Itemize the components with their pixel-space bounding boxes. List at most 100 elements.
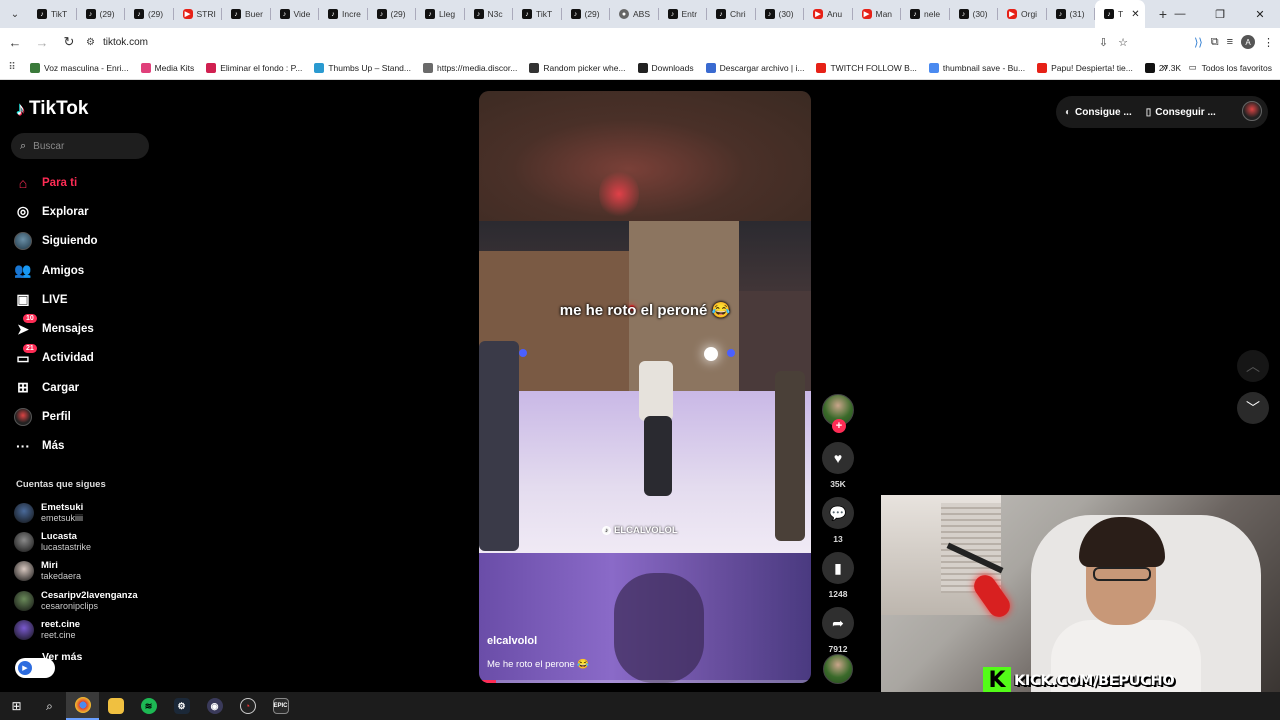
- tab[interactable]: ♪ TikT: [513, 0, 562, 28]
- bookmark-item[interactable]: TWITCH FOLLOW B...: [810, 62, 922, 73]
- bookmark-item[interactable]: Papu! Despierta! tie...: [1031, 62, 1139, 73]
- extension-icon[interactable]: ⟩⟩: [1194, 36, 1203, 49]
- sidebar-item-parati[interactable]: ⌂ Para ti: [14, 168, 154, 197]
- video-player[interactable]: me he roto el peroné 😂 ♪ ELCALVOLOL elca…: [479, 91, 811, 683]
- forward-button[interactable]: →: [30, 30, 54, 54]
- tab[interactable]: ♪ (31): [1047, 0, 1096, 28]
- tab[interactable]: ● ABS: [610, 0, 659, 28]
- tab[interactable]: ♪ Entr: [659, 0, 708, 28]
- obs-button[interactable]: ◉: [198, 692, 231, 720]
- sidebar-item-explorar[interactable]: ◎ Explorar: [14, 197, 154, 226]
- close-window-button[interactable]: ✕: [1240, 0, 1280, 28]
- tab[interactable]: ♪ Lleg: [416, 0, 465, 28]
- tab[interactable]: ♪ (30): [950, 0, 999, 28]
- reading-list-icon[interactable]: ≡: [1227, 36, 1233, 48]
- sidebar-item-amigos[interactable]: 👥 Amigos: [14, 256, 154, 285]
- video-progress-bar[interactable]: [479, 680, 811, 683]
- follow-plus-icon[interactable]: +: [832, 419, 846, 433]
- start-button[interactable]: ⊞: [0, 692, 33, 720]
- following-account[interactable]: Emetsuki emetsukiiii: [14, 498, 154, 527]
- menu-kebab-icon[interactable]: ⋮: [1263, 36, 1274, 49]
- extensions-puzzle-icon[interactable]: ⧉: [1211, 36, 1219, 49]
- next-video-button[interactable]: ﹀: [1237, 392, 1269, 424]
- tab-active[interactable]: ♪ T ✕: [1095, 0, 1145, 28]
- tab[interactable]: ♪ TikT: [28, 0, 77, 28]
- app-button[interactable]: ◔: [231, 692, 264, 720]
- share-count: 7912: [828, 644, 848, 654]
- sidebar-item-perfil[interactable]: Perfil: [14, 402, 154, 431]
- profile-avatar-icon[interactable]: A: [1241, 35, 1255, 49]
- tab-label: (29): [99, 9, 115, 19]
- all-bookmarks-folder[interactable]: ▭ Todos los favoritos: [1189, 62, 1272, 73]
- back-button[interactable]: ←: [3, 30, 27, 54]
- sidebar-item-ms[interactable]: ··· Más: [14, 432, 154, 461]
- tab[interactable]: ♪ Vide: [271, 0, 320, 28]
- tab[interactable]: ♪ (29): [125, 0, 174, 28]
- bookmark-star-icon[interactable]: ☆: [1118, 36, 1128, 49]
- following-account[interactable]: Cesaripv2lavenganza cesaronipclips: [14, 586, 154, 615]
- bookmark-item[interactable]: thumbnail save - Bu...: [923, 62, 1031, 73]
- following-account[interactable]: Miri takedaera: [14, 557, 154, 586]
- like-button[interactable]: ♥: [822, 442, 854, 474]
- tab[interactable]: ▶ STRI: [174, 0, 223, 28]
- bookmark-item[interactable]: Eliminar el fondo : P...: [200, 62, 308, 73]
- tab[interactable]: ♪ (29): [368, 0, 417, 28]
- search-box[interactable]: ⌕: [11, 133, 149, 159]
- video-author[interactable]: elcalvolol: [487, 635, 537, 647]
- bookmark-item[interactable]: Media Kits: [135, 62, 201, 73]
- sidebar-item-mensajes[interactable]: ➤ 10 Mensajes: [14, 314, 154, 343]
- home-icon: ⌂: [18, 174, 28, 191]
- tab[interactable]: ♪ Buer: [222, 0, 271, 28]
- install-app-icon[interactable]: ⇩: [1099, 36, 1108, 49]
- user-avatar[interactable]: [1242, 101, 1262, 121]
- get-coins-button[interactable]: ◐ Consigue ...: [1065, 107, 1132, 118]
- file-explorer-button[interactable]: [99, 692, 132, 720]
- creator-avatar[interactable]: +: [822, 394, 854, 433]
- steam-button[interactable]: ⚙: [165, 692, 198, 720]
- tab[interactable]: ♪ (30): [756, 0, 805, 28]
- tab[interactable]: ♪ (29): [77, 0, 126, 28]
- address-bar[interactable]: ⚙ tiktok.com ⇩ ☆: [78, 30, 1138, 54]
- close-tab-icon[interactable]: ✕: [1131, 9, 1139, 20]
- get-app-button[interactable]: ▯ Conseguir ...: [1146, 107, 1216, 118]
- sidebar-item-actividad[interactable]: ▭ 21 Actividad: [14, 343, 154, 373]
- following-account[interactable]: Lucasta lucastastrike: [14, 527, 154, 556]
- sidebar-item-siguiendo[interactable]: Siguiendo: [14, 227, 154, 256]
- search-taskbar-button[interactable]: ⌕: [33, 692, 66, 720]
- tab[interactable]: ♪ (29): [562, 0, 611, 28]
- tab[interactable]: ♪ nele: [901, 0, 950, 28]
- bookmark-item[interactable]: Thumbs Up – Stand...: [308, 62, 417, 73]
- tab[interactable]: ▶ Man: [853, 0, 902, 28]
- tab[interactable]: ▶ Orgi: [998, 0, 1047, 28]
- apps-grid-icon[interactable]: ⠿: [0, 62, 24, 73]
- minimize-button[interactable]: —: [1160, 0, 1200, 28]
- music-disc-avatar[interactable]: [823, 654, 853, 684]
- previous-video-button[interactable]: ︿: [1237, 350, 1269, 382]
- bookmark-favicon-icon: [140, 62, 151, 73]
- tab-search-button[interactable]: ⌄: [4, 3, 26, 25]
- bookmark-item[interactable]: https://media.discor...: [417, 62, 523, 73]
- search-input[interactable]: [33, 140, 134, 152]
- comment-button[interactable]: 💬: [822, 497, 854, 529]
- bookmark-item[interactable]: Descargar archivo | i...: [700, 62, 811, 73]
- bookmark-item[interactable]: Voz masculina - Enri...: [24, 62, 135, 73]
- tab[interactable]: ♪ Incre: [319, 0, 368, 28]
- site-info-icon[interactable]: ⚙: [86, 37, 95, 48]
- sidebar-item-cargar[interactable]: ⊞ Cargar: [14, 373, 154, 402]
- tab[interactable]: ▶ Anu: [804, 0, 853, 28]
- save-button[interactable]: ▮: [822, 552, 854, 584]
- restore-button[interactable]: ❐: [1200, 0, 1240, 28]
- spotify-button[interactable]: ≋: [132, 692, 165, 720]
- tiktok-logo[interactable]: ♪ TikTok: [16, 98, 88, 120]
- bookmark-item[interactable]: Random picker whe...: [523, 62, 631, 73]
- epic-games-button[interactable]: EPIC: [264, 692, 297, 720]
- tab[interactable]: ♪ Chri: [707, 0, 756, 28]
- more-bookmarks-icon[interactable]: »: [1162, 62, 1168, 74]
- extension-toggle[interactable]: ▶: [15, 658, 55, 678]
- share-button[interactable]: ➦: [822, 607, 854, 639]
- tab[interactable]: ♪ N3c: [465, 0, 514, 28]
- chrome-taskbar-button[interactable]: [66, 692, 99, 720]
- following-account[interactable]: reet.cine reet.cine: [14, 616, 154, 645]
- sidebar-item-live[interactable]: ▣ LIVE: [14, 285, 154, 314]
- bookmark-item[interactable]: Downloads: [632, 62, 700, 73]
